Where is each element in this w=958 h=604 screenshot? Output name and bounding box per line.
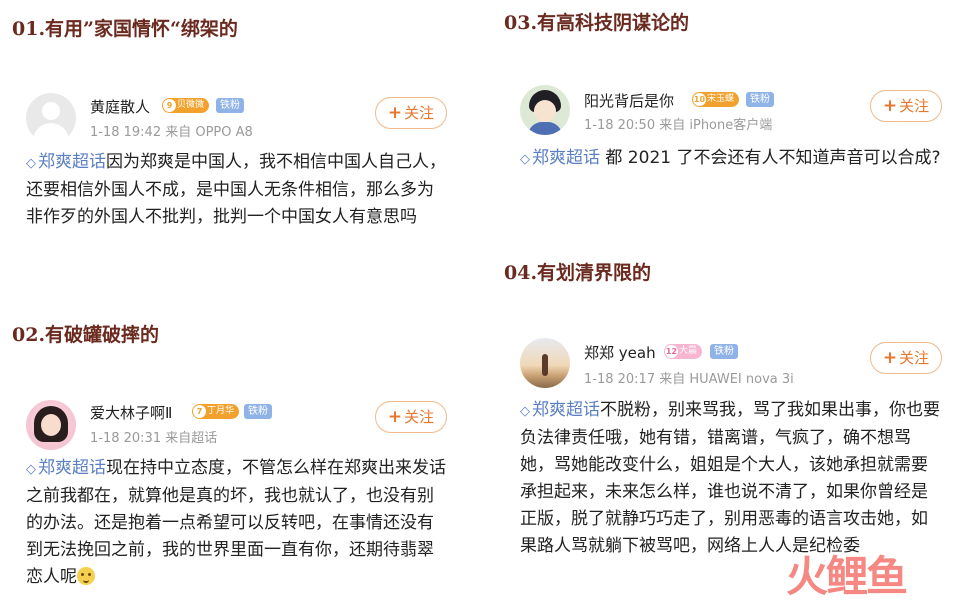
level-badge: 10 宋玉蝶: [692, 92, 740, 107]
post-meta: 1-18 19:42 来自 OPPO A8: [90, 125, 253, 140]
level-number: 9: [163, 99, 176, 112]
smile-emoji-icon: [77, 567, 95, 585]
level-badge: 9 贝微微: [162, 98, 210, 113]
topic-link[interactable]: ◇ 郑爽超话: [520, 400, 600, 420]
post-text: ◇ 郑爽超话不脱粉，别来骂我，骂了我如果出事，你也要负法律责任哦，她有错，错离谱，…: [520, 397, 940, 560]
section-heading-4: 04.有划清界限的: [504, 262, 652, 284]
level-badge: 12 大晨: [664, 344, 703, 359]
fan-badge: 铁粉: [710, 344, 738, 359]
section-heading-1: 01.有用”家国情怀“绑架的: [12, 18, 238, 40]
username[interactable]: 阳光背后是你: [584, 90, 674, 111]
username[interactable]: 黄庭散人: [90, 96, 150, 117]
avatar[interactable]: [26, 93, 76, 143]
follow-label: 关注: [404, 104, 435, 122]
post-body: 都 2021 了不会还有人不知道声音可以合成?: [605, 148, 941, 168]
post-text: ◇ 郑爽超话 都 2021 了不会还有人不知道声音可以合成?: [520, 145, 945, 173]
diamond-icon: ◇: [520, 404, 530, 419]
username[interactable]: 郑郑 yeah: [584, 342, 656, 363]
level-number: 10: [693, 93, 706, 106]
topic-label: 郑爽超话: [532, 400, 600, 420]
topic-link[interactable]: ◇ 郑爽超话: [520, 148, 600, 168]
topic-label: 郑爽超话: [38, 458, 106, 478]
level-number: 7: [193, 405, 206, 418]
follow-button[interactable]: + 关注: [870, 342, 942, 374]
topic-link[interactable]: ◇ 郑爽超话: [26, 458, 106, 478]
topic-link[interactable]: ◇ 郑爽超话: [26, 152, 106, 172]
post-meta: 1-18 20:31 来自超话: [90, 431, 218, 446]
plus-icon: +: [882, 96, 898, 116]
follow-button[interactable]: + 关注: [375, 401, 447, 433]
username[interactable]: 爱大林子啊Ⅱ: [90, 402, 172, 423]
level-badge-label: 宋玉蝶: [707, 94, 735, 104]
plus-icon: +: [387, 103, 403, 123]
topic-label: 郑爽超话: [38, 152, 106, 172]
logo-watermark: 火鲤鱼: [786, 552, 908, 601]
level-badge-label: 丁月华: [207, 406, 235, 416]
topic-label: 郑爽超话: [532, 148, 600, 168]
level-badge: 7 丁月华: [192, 404, 240, 419]
diamond-icon: ◇: [26, 156, 36, 171]
avatar[interactable]: [26, 400, 76, 450]
post-body: 不脱粉，别来骂我，骂了我如果出事，你也要负法律责任哦，她有错，错离谱，气疯了，确…: [520, 400, 940, 556]
fan-badge: 铁粉: [216, 98, 244, 113]
post-meta: 1-18 20:17 来自 HUAWEI nova 3i: [584, 372, 794, 387]
plus-icon: +: [882, 348, 898, 368]
level-number: 12: [665, 345, 678, 358]
follow-label: 关注: [899, 349, 930, 367]
section-heading-3: 03.有高科技阴谋论的: [504, 12, 690, 34]
post-text: ◇ 郑爽超话现在持中立态度，不管怎么样在郑爽出来发话之前我都在，就算他是真的坏，我…: [26, 455, 446, 591]
level-badge-label: 贝微微: [177, 100, 205, 110]
fan-badge: 铁粉: [746, 92, 774, 107]
diamond-icon: ◇: [26, 462, 36, 477]
avatar[interactable]: [520, 338, 570, 388]
fan-badge: 铁粉: [244, 404, 272, 419]
diamond-icon: ◇: [520, 152, 530, 167]
follow-button[interactable]: + 关注: [870, 90, 942, 122]
avatar[interactable]: [520, 85, 570, 135]
follow-label: 关注: [404, 408, 435, 426]
level-badge-label: 大晨: [679, 346, 698, 356]
follow-button[interactable]: + 关注: [375, 97, 447, 129]
post-meta: 1-18 20:50 来自 iPhone客户端: [584, 118, 773, 133]
post-text: ◇ 郑爽超话因为郑爽是中国人，我不相信中国人自己人，还要相信外国人不成，是中国人无…: [26, 149, 446, 231]
plus-icon: +: [387, 407, 403, 427]
follow-label: 关注: [899, 97, 930, 115]
section-heading-2: 02.有破罐破摔的: [12, 324, 160, 346]
